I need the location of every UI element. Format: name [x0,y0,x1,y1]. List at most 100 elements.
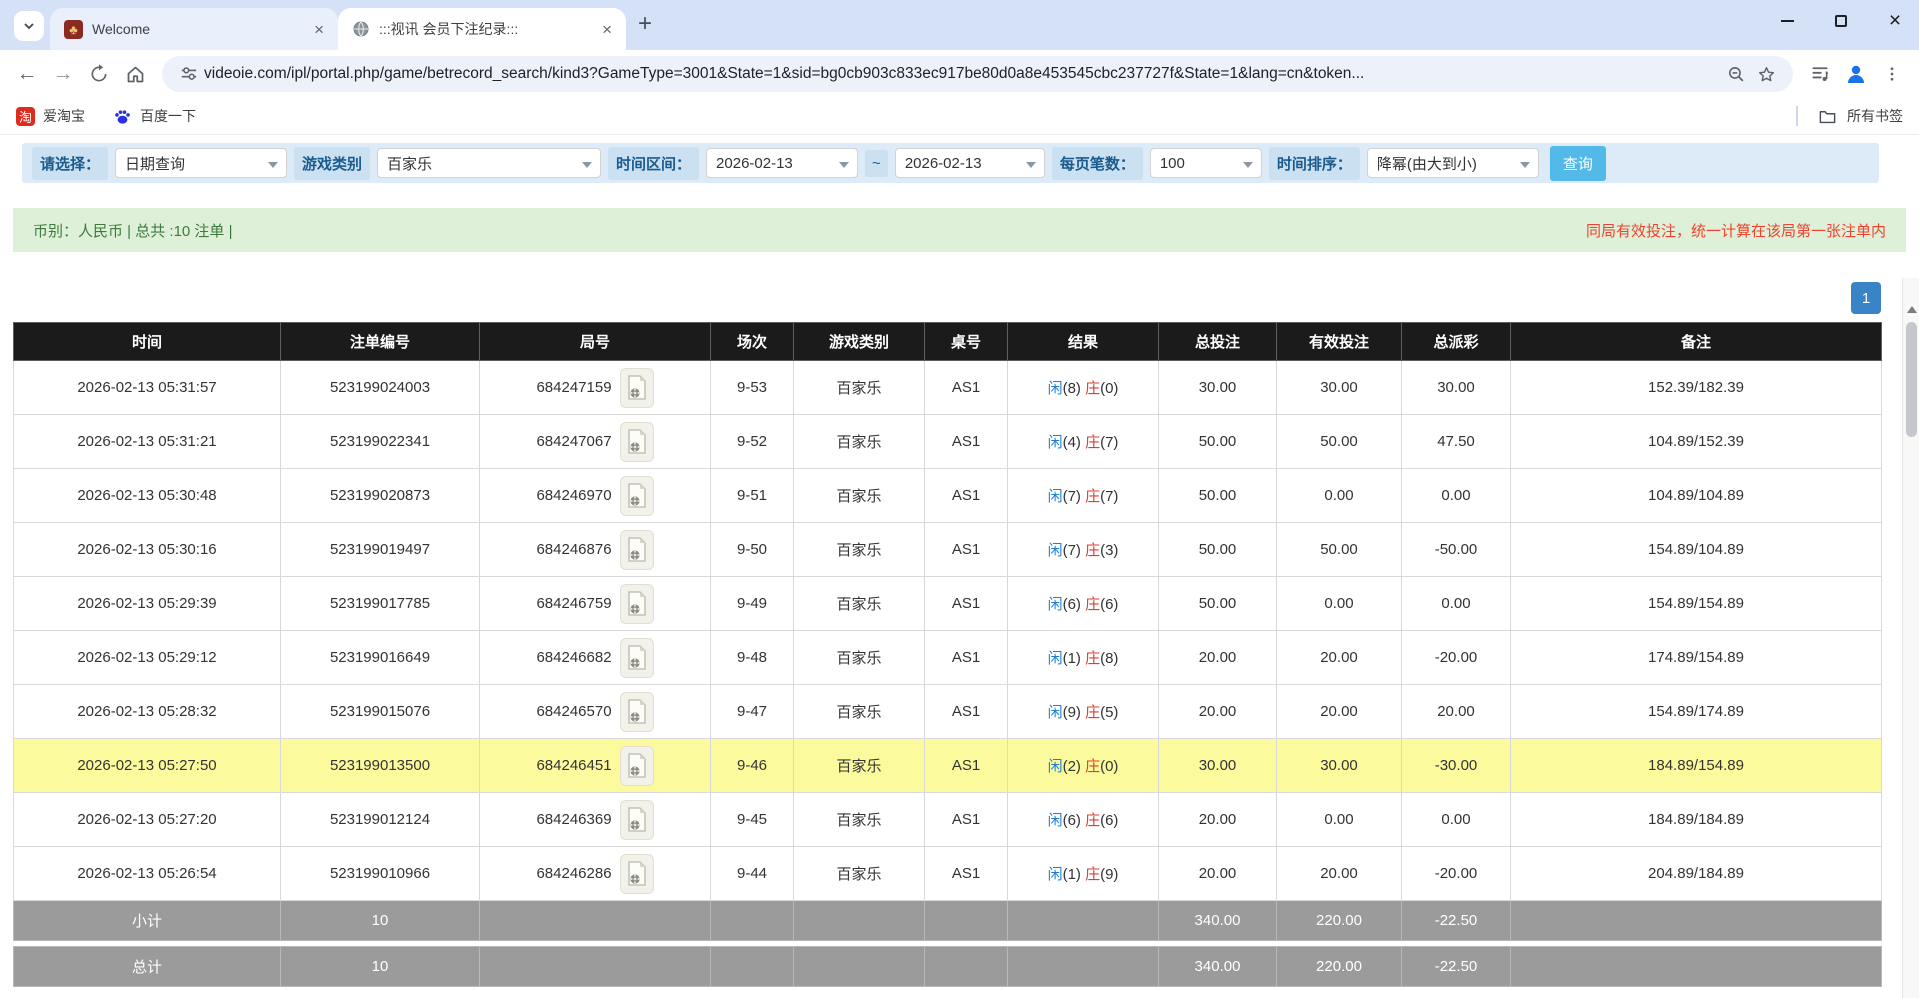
reload-button[interactable] [82,57,116,91]
date-from-select[interactable]: 2026-02-13 [706,148,858,178]
table-cell: 523199012124 [281,793,480,847]
tab-welcome[interactable]: ♣ Welcome × [50,8,338,50]
bookmarks-bar: 淘 爱淘宝 百度一下 所有书签 [0,98,1919,135]
table-cell: 2026-02-13 05:30:48 [14,469,281,523]
table-cell: 20.00 [1277,847,1402,901]
time-range-label: 时间区间： [608,147,699,180]
result-cell: 闲(6) 庄(6) [1008,793,1159,847]
tab-close-icon[interactable]: × [310,19,328,40]
column-header: 总派彩 [1402,323,1511,361]
url-text[interactable]: videoie.com/ipl/portal.php/game/betrecor… [204,65,1721,83]
video-replay-icon[interactable] [620,854,654,894]
all-bookmarks-button[interactable]: 所有书签 [1847,106,1903,126]
video-replay-icon[interactable] [620,368,654,408]
table-cell: 2026-02-13 05:30:16 [14,523,281,577]
result-cell: 闲(2) 庄(0) [1008,739,1159,793]
table-cell: 220.00 [1277,901,1402,941]
video-replay-icon[interactable] [620,476,654,516]
table-cell: 154.89/104.89 [1511,523,1882,577]
video-replay-icon[interactable] [620,638,654,678]
table-cell: 0.00 [1402,469,1511,523]
sort-order-select[interactable]: 降幂(由大到小) [1367,148,1539,178]
table-cell: 百家乐 [794,361,925,415]
forward-button[interactable]: → [46,57,80,91]
chevron-down-icon [1243,162,1253,168]
banker-label: 庄 [1085,812,1100,829]
media-controls-icon[interactable] [1803,57,1837,91]
address-bar[interactable]: videoie.com/ipl/portal.php/game/betrecor… [162,56,1793,92]
video-replay-icon[interactable] [620,422,654,462]
table-cell: 百家乐 [794,847,925,901]
video-replay-icon[interactable] [620,800,654,840]
scrollbar-thumb[interactable] [1906,322,1917,437]
bookmark-baidu[interactable]: 百度一下 [113,106,196,126]
site-info-icon[interactable] [174,59,204,89]
table-cell: AS1 [925,415,1008,469]
browser-menu-icon[interactable] [1875,57,1909,91]
table-row: 2026-02-13 05:27:50523199013500684246451… [14,739,1882,793]
table-cell [925,947,1008,987]
round-number: 684246876 [536,541,611,558]
table-cell: 百家乐 [794,415,925,469]
table-row: 2026-02-13 05:30:16523199019497684246876… [14,523,1882,577]
table-cell: 50.00 [1159,415,1277,469]
chevron-down-icon [582,162,592,168]
table-cell: 小计 [14,901,281,941]
date-to-select[interactable]: 2026-02-13 [895,148,1045,178]
video-replay-icon[interactable] [620,530,654,570]
table-cell: 684246970 [480,469,711,523]
table-cell: 47.50 [1402,415,1511,469]
round-number: 684246970 [536,487,611,504]
table-cell: 9-45 [711,793,794,847]
casino-favicon-icon: ♣ [64,20,83,39]
video-replay-icon[interactable] [620,692,654,732]
tab-close-icon[interactable]: × [598,19,616,40]
round-number: 684246286 [536,865,611,882]
minimize-button[interactable] [1777,20,1797,22]
home-button[interactable] [118,57,152,91]
tab-search-button[interactable] [14,11,44,41]
video-replay-icon[interactable] [620,746,654,786]
bookmark-aitaobao[interactable]: 淘 爱淘宝 [16,106,85,126]
table-cell: 523199013500 [281,739,480,793]
bookmark-star-icon[interactable] [1751,59,1781,89]
divider [1796,106,1798,126]
profile-avatar[interactable] [1839,57,1873,91]
table-cell: -50.00 [1402,523,1511,577]
table-cell: 20.00 [1277,631,1402,685]
table-cell: 154.89/154.89 [1511,577,1882,631]
subtotal-row: 小计10340.00220.00-22.50 [14,901,1882,941]
tab-betrecord[interactable]: :::视讯 会员下注纪录::: × [338,8,626,50]
banker-label: 庄 [1085,758,1100,775]
table-cell: 2026-02-13 05:28:32 [14,685,281,739]
table-row: 2026-02-13 05:28:32523199015076 684246570… [14,685,1882,739]
video-replay-icon[interactable] [620,584,654,624]
banker-label: 庄 [1085,542,1100,559]
page-1-button[interactable]: 1 [1851,282,1881,314]
game-type-select[interactable]: 百家乐 [377,148,601,178]
scroll-up-arrow-icon[interactable] [1907,306,1917,313]
back-button[interactable]: ← [10,57,44,91]
query-button[interactable]: 查询 [1550,146,1606,181]
query-type-select[interactable]: 日期查询 [115,148,287,178]
tab-title: Welcome [92,21,301,37]
page-size-select[interactable]: 100 [1150,148,1262,178]
column-header: 有效投注 [1277,323,1402,361]
table-cell: 684246286 [480,847,711,901]
close-button[interactable]: × [1885,9,1905,33]
new-tab-button[interactable]: + [638,12,652,36]
table-cell: 百家乐 [794,631,925,685]
round-number: 684246682 [536,649,611,666]
round-number: 684246570 [536,703,611,720]
table-cell: 523199024003 [281,361,480,415]
table-cell: 10 [281,947,480,987]
chevron-down-icon [1520,162,1530,168]
table-cell: 684247067 [480,415,711,469]
zoom-indicator-icon[interactable] [1721,59,1751,89]
table-cell: 184.89/184.89 [1511,793,1882,847]
maximize-button[interactable] [1831,15,1851,27]
table-cell: 523199015076 [281,685,480,739]
vertical-scrollbar[interactable] [1902,278,1919,998]
table-cell: 百家乐 [794,739,925,793]
banker-label: 庄 [1085,650,1100,667]
